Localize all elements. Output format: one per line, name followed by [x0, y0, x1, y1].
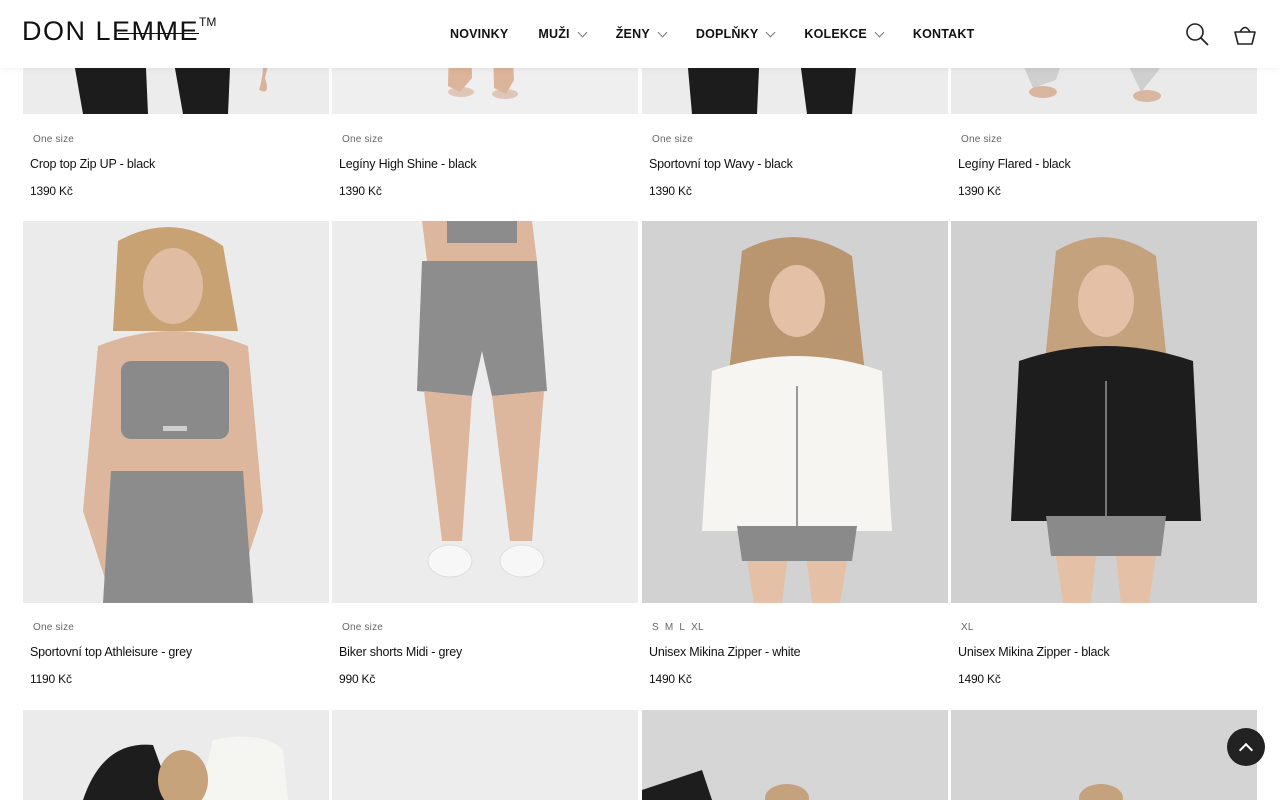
product-image[interactable]: [23, 221, 329, 603]
product-name[interactable]: Legíny Flared - black: [951, 157, 1257, 171]
chevron-down-icon: [577, 27, 588, 37]
product-price: 990 Kč: [339, 672, 376, 686]
product-name[interactable]: Crop top Zip UP - black: [23, 157, 329, 171]
size-list: XL: [951, 622, 1257, 633]
product-meta: One size Sportovní top Wavy - black 1390…: [642, 134, 948, 198]
main-nav: NOVINKY MUŽI ŽENY DOPLŇKY KOLEKCE KONTAK…: [450, 0, 1004, 68]
size-option[interactable]: XL: [961, 622, 974, 633]
chevron-down-icon: [874, 27, 885, 37]
site-header: DON LEMMETM NOVINKY MUŽI ŽENY DOPLŇKY KO…: [0, 0, 1280, 68]
product-name[interactable]: Sportovní top Wavy - black: [642, 157, 948, 171]
product-price: 1390 Kč: [649, 184, 692, 198]
product-image[interactable]: [332, 221, 638, 603]
product-meta: One size Legíny Flared - black 1390 Kč: [951, 134, 1257, 198]
product-image[interactable]: [332, 710, 638, 800]
size-option[interactable]: One size: [342, 622, 383, 633]
brand-logo[interactable]: DON LEMMETM: [22, 15, 217, 47]
nav-kontakt[interactable]: KONTAKT: [913, 27, 975, 41]
logo-text-part1: DON L: [22, 16, 113, 46]
nav-label: MUŽI: [538, 27, 570, 41]
product-price: 1390 Kč: [958, 184, 1001, 198]
product-meta: One size Sportovní top Athleisure - grey…: [23, 622, 329, 686]
size-option[interactable]: One size: [652, 134, 693, 145]
product-meta: XL Unisex Mikina Zipper - black 1490 Kč: [951, 622, 1257, 686]
product-image[interactable]: [642, 221, 948, 603]
size-list: One size: [23, 622, 329, 633]
product-name[interactable]: Legíny High Shine - black: [332, 157, 638, 171]
nav-muzi[interactable]: MUŽI: [538, 27, 588, 41]
nav-kolekce[interactable]: KOLEKCE: [804, 27, 885, 41]
nav-label: KOLEKCE: [804, 27, 867, 41]
basket-icon[interactable]: [1233, 22, 1257, 46]
nav-label: ŽENY: [615, 27, 650, 41]
product-price: 1490 Kč: [649, 672, 692, 686]
nav-novinky[interactable]: NOVINKY: [450, 27, 508, 41]
chevron-up-icon: [1238, 742, 1254, 757]
product-price: 1390 Kč: [339, 184, 382, 198]
product-image[interactable]: [23, 710, 329, 800]
product-meta: One size Crop top Zip UP - black 1390 Kč: [23, 134, 329, 198]
size-list: One size: [951, 134, 1257, 145]
product-name[interactable]: Unisex Mikina Zipper - white: [642, 645, 948, 659]
product-meta: S M L XL Unisex Mikina Zipper - white 1490 …: [642, 622, 948, 686]
size-list: One size: [23, 134, 329, 145]
product-meta: One size Legíny High Shine - black 1390 …: [332, 134, 638, 198]
size-list: S M L XL: [642, 622, 948, 633]
product-price: 1190 Kč: [30, 672, 72, 686]
size-list: One size: [332, 622, 638, 633]
size-option[interactable]: One size: [342, 134, 383, 145]
chevron-down-icon: [657, 27, 668, 37]
logo-trademark: TM: [199, 15, 217, 29]
size-option[interactable]: M: [665, 622, 674, 633]
nav-label: NOVINKY: [450, 27, 509, 41]
product-image[interactable]: [951, 710, 1257, 800]
logo-text-part2: EMME: [112, 16, 200, 46]
size-option[interactable]: One size: [33, 134, 74, 145]
nav-label: DOPLŇKY: [695, 27, 759, 41]
product-meta: One size Biker shorts Midi - grey 990 Kč: [332, 622, 638, 686]
product-name[interactable]: Unisex Mikina Zipper - black: [951, 645, 1257, 659]
size-option[interactable]: S: [652, 622, 659, 633]
size-list: One size: [332, 134, 638, 145]
product-image[interactable]: [642, 710, 948, 800]
product-name[interactable]: Biker shorts Midi - grey: [332, 645, 638, 659]
chevron-down-icon: [765, 27, 776, 37]
size-option[interactable]: XL: [691, 622, 704, 633]
nav-zeny[interactable]: ŽENY: [615, 27, 668, 41]
nav-doplnky[interactable]: DOPLŇKY: [695, 27, 776, 41]
size-option[interactable]: One size: [961, 134, 1002, 145]
product-name[interactable]: Sportovní top Athleisure - grey: [23, 645, 329, 659]
product-price: 1390 Kč: [30, 184, 73, 198]
product-image[interactable]: [951, 221, 1257, 603]
scroll-to-top-button[interactable]: [1227, 728, 1265, 766]
size-option[interactable]: L: [679, 622, 685, 633]
size-list: One size: [642, 134, 948, 145]
size-option[interactable]: One size: [33, 622, 74, 633]
nav-label: KONTAKT: [912, 27, 975, 41]
search-icon[interactable]: [1185, 22, 1209, 46]
product-price: 1490 Kč: [958, 672, 1001, 686]
